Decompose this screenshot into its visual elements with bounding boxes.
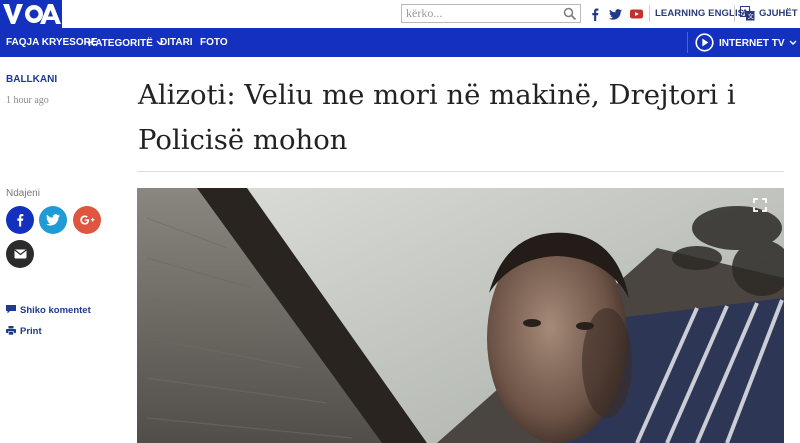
divider — [734, 5, 735, 22]
video-player[interactable] — [137, 188, 784, 443]
divider — [687, 32, 688, 53]
nav-item-label: FOTO — [200, 37, 228, 48]
share-google-plus-button[interactable] — [73, 206, 101, 234]
languages-icon[interactable]: A文 — [740, 6, 755, 21]
google-plus-icon — [79, 215, 95, 225]
search-box[interactable] — [401, 4, 581, 23]
nav-item-categories[interactable]: KATEGORITË — [88, 37, 164, 49]
print-link[interactable]: Print — [6, 326, 42, 337]
nav-item-diary[interactable]: DITARI — [160, 37, 193, 48]
print-label: Print — [20, 326, 42, 337]
nav-item-label: FAQJA KRYESORE — [6, 37, 98, 48]
languages-link[interactable]: GJUHËT — [759, 8, 798, 19]
section-label[interactable]: BALLKANI — [6, 74, 57, 85]
share-twitter-button[interactable] — [39, 206, 67, 234]
fullscreen-icon[interactable] — [753, 198, 767, 212]
main-nav: FAQJA KRYESORE KATEGORITË DITARI FOTO IN… — [0, 28, 800, 57]
email-icon — [13, 249, 27, 259]
comment-icon — [6, 305, 20, 316]
facebook-icon[interactable] — [588, 7, 602, 21]
page-title: Alizoti: Veliu me mori në makinë, Drejto… — [138, 79, 736, 156]
publish-time: 1 hour ago — [6, 95, 49, 106]
twitter-icon — [46, 214, 60, 226]
share-email-button[interactable] — [6, 240, 34, 268]
play-icon[interactable] — [695, 33, 714, 52]
youtube-icon[interactable] — [629, 7, 643, 21]
nav-item-label: DITARI — [160, 37, 193, 48]
nav-item-home[interactable]: FAQJA KRYESORE — [6, 37, 98, 48]
divider — [137, 171, 784, 172]
nav-item-photo[interactable]: FOTO — [200, 37, 228, 48]
search-input[interactable] — [406, 6, 556, 21]
twitter-icon[interactable] — [608, 7, 622, 21]
voa-logo[interactable] — [0, 0, 62, 28]
search-icon[interactable] — [563, 7, 577, 21]
view-comments-label: Shiko komentet — [20, 305, 91, 316]
nav-item-label: KATEGORITË — [88, 38, 153, 49]
facebook-icon — [16, 213, 24, 227]
learning-english-link[interactable]: LEARNING ENGLISH — [655, 8, 751, 19]
chevron-down-icon — [789, 37, 797, 48]
divider — [649, 5, 650, 22]
video-frame — [137, 188, 784, 443]
share-label: Ndajeni — [6, 188, 40, 199]
internet-tv-label: INTERNET TV — [719, 38, 785, 49]
view-comments-link[interactable]: Shiko komentet — [6, 305, 91, 316]
print-icon — [6, 326, 20, 337]
internet-tv-link[interactable]: INTERNET TV — [719, 37, 797, 49]
svg-text:文: 文 — [748, 13, 754, 21]
top-bar: LEARNING ENGLISH A文 GJUHËT — [0, 0, 800, 28]
share-facebook-button[interactable] — [6, 206, 34, 234]
